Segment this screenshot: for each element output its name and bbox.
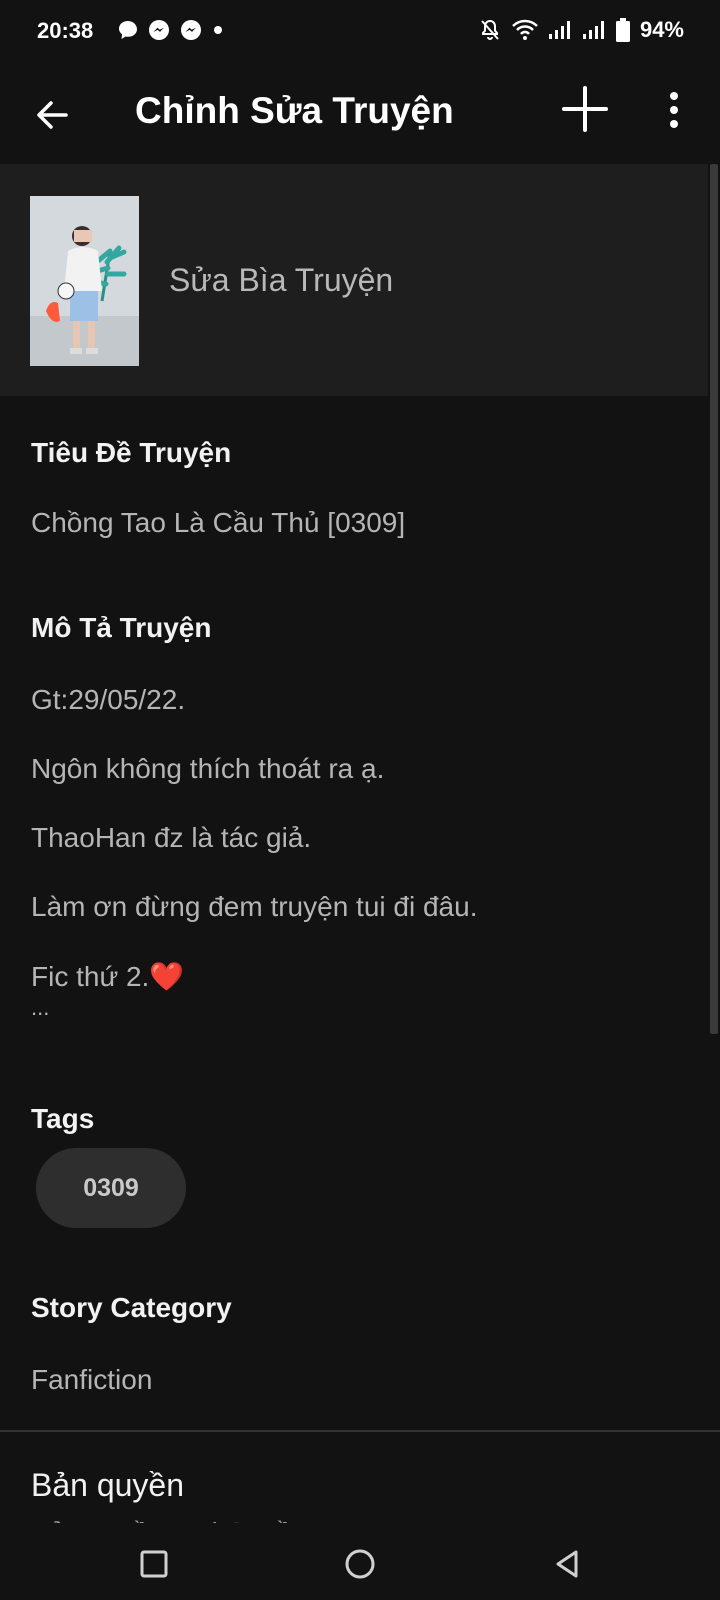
signal-icon [582, 19, 606, 41]
more-vertical-icon [670, 92, 678, 128]
story-title-heading: Tiêu Đề Truyện [31, 437, 232, 468]
signal-icon [548, 19, 572, 41]
messenger-icon [179, 18, 203, 42]
recents-button[interactable] [134, 1544, 174, 1584]
status-bar: 20:38 94% [0, 0, 720, 62]
description-heading: Mô Tả Truyện [31, 612, 212, 643]
divider [0, 1430, 720, 1432]
description-line[interactable]: Làm ơn đừng đem truyện tui đi đâu. [31, 891, 477, 923]
story-title-field[interactable]: Chồng Tao Là Cầu Thủ [0309] [31, 507, 405, 539]
scrollbar[interactable] [710, 164, 718, 1034]
tags-heading: Tags [31, 1103, 95, 1134]
mute-notification-icon [478, 18, 502, 42]
home-button[interactable] [340, 1544, 380, 1584]
notification-icons [117, 18, 225, 42]
back-nav-button[interactable] [548, 1544, 588, 1584]
description-line[interactable]: Ngôn không thích thoát ra ạ. [31, 753, 384, 785]
dot-icon [211, 19, 225, 41]
status-time: 20:38 [37, 18, 94, 43]
plus-icon [562, 86, 608, 132]
description-line[interactable]: Gt:29/05/22. [31, 684, 185, 716]
description-line[interactable]: Fic thứ 2.❤️ [31, 960, 184, 993]
messenger-icon [147, 18, 171, 42]
add-button[interactable] [560, 84, 610, 134]
cover-image [30, 196, 139, 366]
battery-icon [615, 18, 630, 42]
copyright-heading[interactable]: Bản quyền [31, 1467, 184, 1504]
app-bar: Chỉnh Sửa Truyện [0, 62, 720, 164]
system-icons: 94% [478, 17, 684, 43]
back-button[interactable] [30, 92, 76, 138]
triangle-back-icon [556, 1550, 578, 1578]
description-line[interactable]: ThaoHan đz là tác giả. [31, 822, 311, 854]
more-options-button[interactable] [661, 90, 687, 130]
category-heading: Story Category [31, 1292, 232, 1323]
category-value[interactable]: Fanfiction [31, 1364, 152, 1396]
page-title: Chỉnh Sửa Truyện [135, 90, 454, 131]
circle-icon [345, 1549, 375, 1579]
square-icon [140, 1550, 168, 1578]
chat-bubble-icon [117, 19, 139, 41]
edit-cover-row[interactable]: Sửa Bìa Truyện [0, 164, 708, 396]
wifi-icon [512, 18, 538, 42]
tag-chip[interactable]: 0309 [36, 1148, 186, 1228]
edit-cover-label: Sửa Bìa Truyện [169, 262, 394, 298]
back-arrow-icon [37, 101, 68, 129]
battery-percentage: 94% [639, 17, 684, 42]
system-nav-bar [0, 1526, 720, 1600]
description-ellipsis: ... [31, 995, 50, 1020]
copyright-value: Bản quyền Mọi Quyền [31, 1517, 308, 1523]
